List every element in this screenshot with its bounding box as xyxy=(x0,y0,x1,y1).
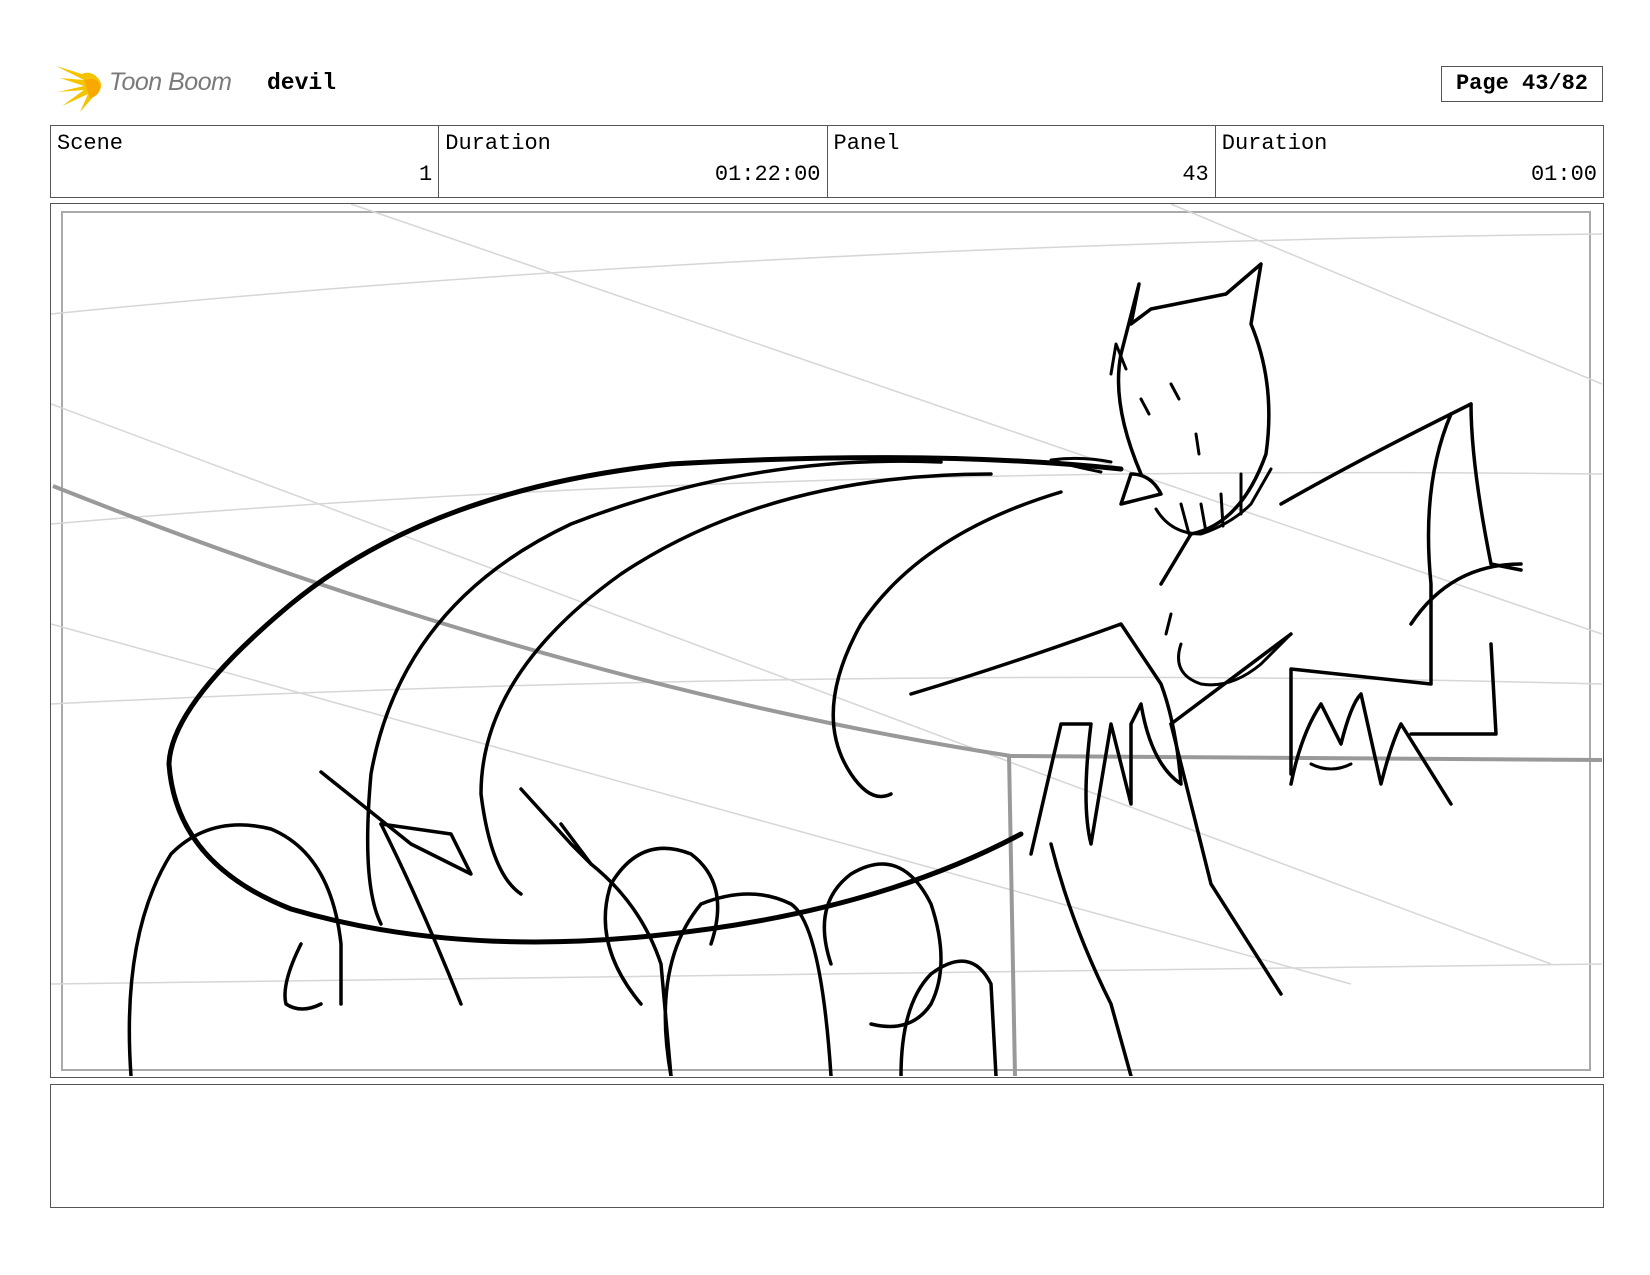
storyboard-panel xyxy=(50,203,1604,1078)
scene-duration-label: Duration xyxy=(445,131,551,156)
brand-name: Toon Boom xyxy=(109,68,232,96)
panel-duration-cell: Duration 01:00 xyxy=(1216,126,1603,197)
toon-boom-burst-icon xyxy=(56,66,102,112)
panel-duration-value: 01:00 xyxy=(1530,162,1597,187)
scene-cell: Scene 1 xyxy=(51,126,440,197)
scene-duration-value: 01:22:00 xyxy=(714,162,821,187)
panel-label: Panel xyxy=(833,131,900,156)
scene-duration-cell: Duration 01:22:00 xyxy=(439,126,828,197)
project-title: devil xyxy=(267,70,337,96)
panel-cell: Panel 43 xyxy=(828,126,1216,197)
panel-info-table: Scene 1 Duration 01:22:00 Panel 43 Durat… xyxy=(50,125,1604,198)
panel-duration-label: Duration xyxy=(1221,131,1328,156)
storyboard-sketch xyxy=(51,204,1602,1076)
scene-label: Scene xyxy=(57,131,124,156)
panel-value: 43 xyxy=(1182,162,1209,187)
page-number: Page 43/82 xyxy=(1441,66,1603,102)
scene-value: 1 xyxy=(419,162,433,187)
toon-boom-logo: Toon Boom xyxy=(54,58,254,114)
panel-notes-box xyxy=(50,1084,1604,1208)
